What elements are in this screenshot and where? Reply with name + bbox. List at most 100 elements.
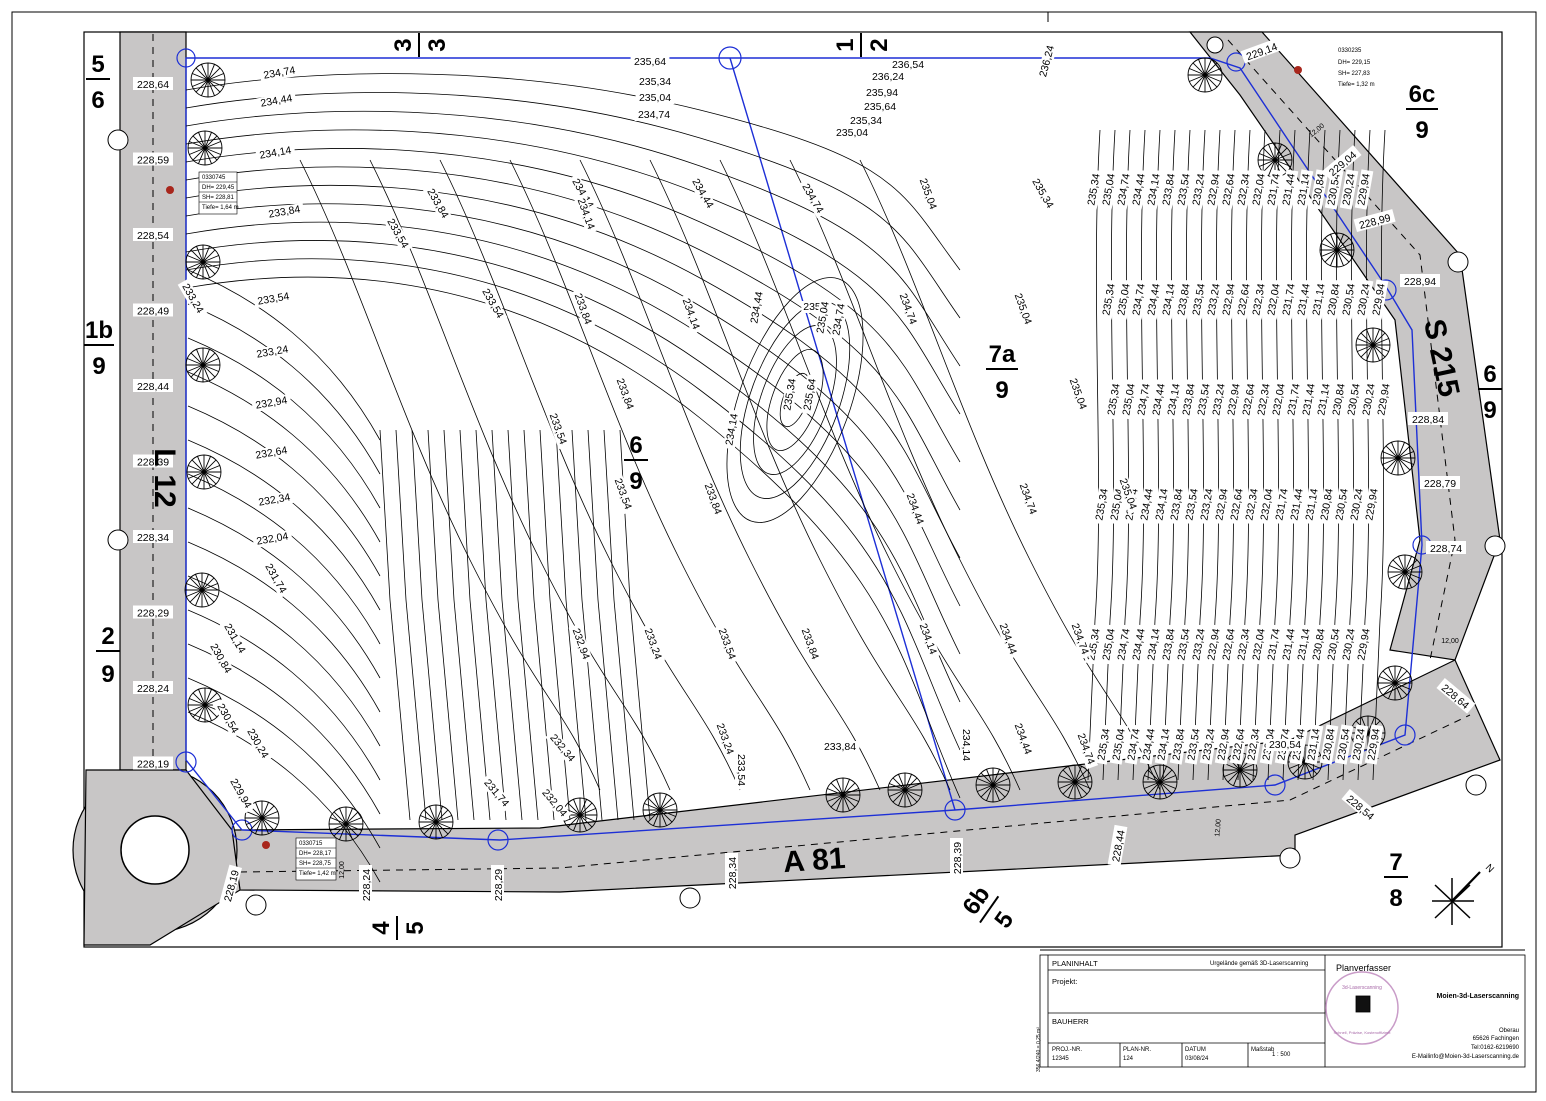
contour-label: 236,54 bbox=[892, 59, 924, 71]
planinhalt-value: Urgelände gemäß 3D-Laserscanning bbox=[1210, 961, 1308, 967]
parcel-7-8: 78 bbox=[1384, 849, 1408, 912]
svg-text:0330235: 0330235 bbox=[1338, 48, 1362, 54]
contour-label: 234,14 bbox=[723, 412, 740, 446]
tree-icon bbox=[975, 767, 1011, 803]
svg-text:2: 2 bbox=[101, 623, 114, 650]
svg-text:3: 3 bbox=[390, 38, 417, 51]
contour-line bbox=[427, 429, 459, 821]
contour-label: 234,74 bbox=[1075, 732, 1097, 766]
contour-line bbox=[859, 159, 1161, 791]
tree-icon bbox=[328, 806, 364, 842]
tree-icon bbox=[1142, 764, 1178, 800]
svg-text:SH= 228,81: SH= 228,81 bbox=[202, 195, 235, 201]
road-name-l12: L 12 bbox=[148, 448, 181, 508]
datum-label: DATUM bbox=[1185, 1047, 1206, 1053]
tree-icon bbox=[185, 244, 221, 280]
contour-label: 234,74 bbox=[263, 64, 297, 81]
contour-label: 233,84 bbox=[614, 377, 636, 411]
title-block bbox=[1039, 954, 1526, 1068]
svg-text:DH= 229,15: DH= 229,15 bbox=[1338, 60, 1371, 66]
contour-line bbox=[187, 643, 381, 815]
contour-line bbox=[1087, 129, 1101, 781]
tree-icon bbox=[887, 772, 923, 808]
tree-icon bbox=[642, 792, 678, 828]
parcel-5-6: 56 bbox=[86, 51, 110, 114]
tree-icon bbox=[187, 130, 223, 166]
contour-label: 229,94 bbox=[1355, 627, 1372, 661]
manhole-info-1: 0330745 DH= 229,45 SH= 228,81 Tiefe= 1,6… bbox=[198, 171, 239, 215]
contour-label: 232,94 bbox=[570, 627, 592, 661]
tree-icon bbox=[184, 572, 220, 608]
contour-label: 233,84 bbox=[572, 292, 594, 326]
parcel-3-3: 33 bbox=[390, 33, 451, 57]
contour-label: 235,34 bbox=[850, 115, 882, 127]
svg-text:6c: 6c bbox=[1409, 81, 1436, 108]
contour-line bbox=[1237, 129, 1251, 781]
svg-text:1: 1 bbox=[832, 38, 859, 51]
road-width-label: 12,00 bbox=[1441, 638, 1459, 645]
contour-label: 232,94 bbox=[255, 394, 289, 411]
road-level-label: 228,74 bbox=[1430, 543, 1462, 555]
contour-label: 230,54 bbox=[214, 702, 241, 736]
contour-label: 234,44 bbox=[260, 92, 294, 109]
contour-label: 235,34 bbox=[1029, 177, 1056, 211]
contour-label: 235,04 bbox=[836, 127, 868, 139]
contour-line bbox=[1102, 129, 1116, 781]
contour-label: 234,44 bbox=[689, 177, 716, 211]
contour-label: 232,04 bbox=[256, 530, 290, 547]
manhole-info-2: 0330715 DH= 228,17 SH= 228,75 Tiefe= 1,4… bbox=[295, 837, 337, 881]
tree-icon bbox=[1387, 554, 1423, 590]
svg-text:9: 9 bbox=[92, 353, 105, 380]
road-level-label: 228,84 bbox=[1412, 414, 1444, 426]
svg-text:2: 2 bbox=[866, 38, 893, 51]
svg-text:0330715: 0330715 bbox=[299, 841, 323, 847]
contour-line bbox=[1177, 129, 1191, 781]
contour-label: 233,24 bbox=[642, 627, 664, 661]
svg-text:N: N bbox=[1483, 862, 1496, 875]
contour-line bbox=[539, 429, 571, 821]
road-level-label: 228,49 bbox=[137, 306, 169, 318]
tree-icon bbox=[825, 777, 861, 813]
contour-label: 230,54 bbox=[1269, 739, 1301, 751]
road-level-label: 228,34 bbox=[727, 857, 739, 889]
svg-text:Tiefe= 1,64 m: Tiefe= 1,64 m bbox=[202, 205, 239, 211]
svg-text:0330745: 0330745 bbox=[202, 175, 226, 181]
contour-line bbox=[587, 429, 619, 821]
contour-label: 235,64 bbox=[801, 377, 818, 411]
contour-line bbox=[1132, 129, 1146, 781]
road-level-label: 228,44 bbox=[137, 381, 169, 393]
svg-text:3: 3 bbox=[424, 38, 451, 51]
svg-text:SH= 228,75: SH= 228,75 bbox=[299, 861, 332, 867]
contour-line bbox=[187, 541, 381, 713]
contour-line bbox=[439, 159, 741, 791]
contour-label: 231,74 bbox=[262, 562, 289, 596]
contour-label: 233,54 bbox=[384, 217, 411, 251]
plan-nr-label: PLAN-NR. bbox=[1123, 1047, 1151, 1053]
tree-icon bbox=[185, 347, 221, 383]
contour-label: 235,34 bbox=[639, 76, 671, 88]
plan-nr-value: 124 bbox=[1123, 1056, 1134, 1062]
road-level-label: 228,34 bbox=[137, 532, 169, 544]
parcel-7a-9: 7a9 bbox=[986, 341, 1018, 404]
road-level-label: 228,64 bbox=[137, 79, 169, 91]
contour-label: 233,54 bbox=[257, 290, 291, 307]
parcel-4-5: 45 bbox=[368, 916, 429, 940]
north-arrow-icon: N bbox=[1432, 862, 1496, 925]
contour-line bbox=[187, 405, 381, 577]
tree-icon bbox=[418, 804, 454, 840]
contour-label: 231,74 bbox=[481, 777, 511, 809]
contour-label: 235,64 bbox=[864, 101, 896, 113]
contour-label: 233,54 bbox=[547, 412, 569, 446]
contour-label: 230,84 bbox=[207, 642, 234, 676]
contour-line bbox=[1117, 129, 1131, 781]
svg-text:5: 5 bbox=[402, 921, 429, 934]
contour-label: 234,14 bbox=[917, 622, 939, 656]
contour-label: 234,74 bbox=[799, 182, 826, 216]
contour-label: 234,44 bbox=[748, 290, 765, 324]
datum-value: 03/08/24 bbox=[1185, 1056, 1209, 1062]
contour-line bbox=[411, 429, 443, 821]
tree-icon bbox=[190, 62, 226, 98]
contour-label: 234,14 bbox=[259, 144, 293, 161]
contour-line bbox=[1252, 129, 1266, 781]
contour-label: 234,74 bbox=[1017, 482, 1039, 516]
